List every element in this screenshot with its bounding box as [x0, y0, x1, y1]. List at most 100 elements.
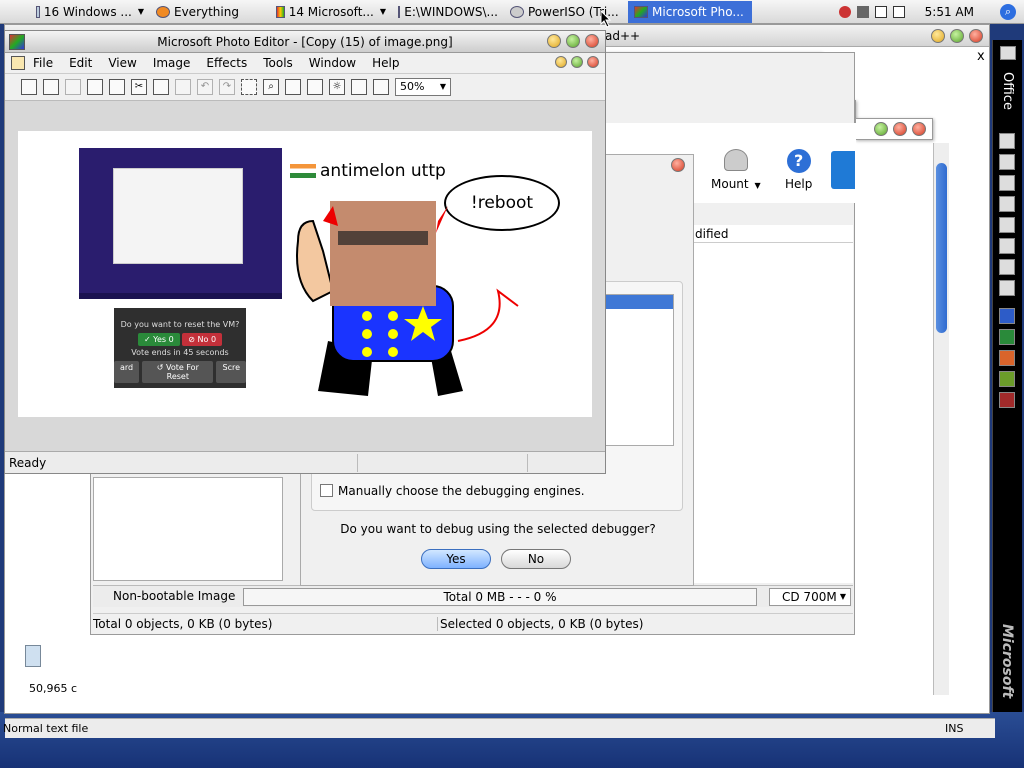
zoom-button[interactable]: [566, 34, 580, 48]
smudge-icon[interactable]: [307, 79, 323, 95]
shortcut-icon[interactable]: [999, 133, 1015, 149]
taskbar-item-photo-editor[interactable]: Microsoft Pho...: [628, 0, 752, 23]
menu-tools[interactable]: Tools: [263, 56, 293, 70]
close-doc-icon[interactable]: x: [977, 49, 985, 64]
notepad-scrollbar[interactable]: [933, 143, 949, 695]
zoom-button[interactable]: [874, 122, 888, 136]
display-icon[interactable]: [892, 5, 905, 18]
help-button[interactable]: ? Help: [785, 149, 812, 191]
office-bar-label: Office: [1000, 72, 1015, 110]
column-header-modified[interactable]: dified: [693, 225, 853, 243]
brightness-icon[interactable]: ☼: [329, 79, 345, 95]
close-button[interactable]: [671, 158, 685, 172]
save-icon[interactable]: [65, 79, 81, 95]
chevron-down-icon[interactable]: ▼: [754, 181, 760, 190]
taskbar-item-explorer[interactable]: E:\WINDOWS\...: [392, 1, 504, 23]
powerpoint-icon[interactable]: [999, 350, 1015, 366]
menu-image[interactable]: Image: [153, 56, 191, 70]
top-taskbar: 16 Windows ... ▼ Everything 14 Microsoft.…: [0, 0, 1024, 24]
doc-minimize-button[interactable]: [555, 56, 567, 68]
vote-right-tab: Scre: [216, 361, 246, 383]
scan-icon[interactable]: [109, 79, 125, 95]
shortcut-icon[interactable]: [999, 154, 1015, 170]
no-button[interactable]: No: [501, 549, 571, 569]
open-icon[interactable]: [43, 79, 59, 95]
project-icon[interactable]: [999, 371, 1015, 387]
vote-left-tab: ard: [114, 361, 140, 383]
vote-yes-button: ✓ Yes 0: [137, 333, 180, 346]
select-icon[interactable]: [241, 79, 257, 95]
image-canvas[interactable]: Do you want to reset the VM? ✓ Yes 0 ⊘ N…: [18, 131, 592, 417]
antivirus-icon[interactable]: [838, 5, 851, 18]
insert-mode-status: INS: [945, 722, 964, 735]
minimize-button[interactable]: [547, 34, 561, 48]
print-icon[interactable]: [87, 79, 103, 95]
folder-tree[interactable]: [93, 477, 283, 581]
mount-button[interactable]: Mount ▼: [711, 149, 761, 191]
file-list[interactable]: [693, 243, 853, 583]
menu-window[interactable]: Window: [309, 56, 356, 70]
mail-icon[interactable]: [999, 175, 1015, 191]
keyboard-icon[interactable]: [874, 5, 887, 18]
capacity-progress-bar: Total 0 MB - - - 0 %: [243, 588, 757, 606]
chevron-down-icon: ▼: [137, 7, 144, 16]
shortcut-icon[interactable]: [999, 259, 1015, 275]
taskbar-item-windows[interactable]: 16 Windows ... ▼: [30, 1, 150, 23]
doc-zoom-button[interactable]: [571, 56, 583, 68]
menu-file[interactable]: File: [33, 56, 53, 70]
zoom-button[interactable]: [950, 29, 964, 43]
tasks-icon[interactable]: [999, 217, 1015, 233]
close-button[interactable]: [893, 122, 907, 136]
calendar-icon[interactable]: [999, 196, 1015, 212]
chevron-down-icon: ▼: [439, 82, 446, 91]
access-icon[interactable]: [999, 392, 1015, 408]
word-icon[interactable]: [999, 308, 1015, 324]
contacts-icon[interactable]: [999, 238, 1015, 254]
media-size-select[interactable]: CD 700M ▼: [769, 588, 851, 606]
spotlight-search-icon[interactable]: ⌕: [1000, 3, 1016, 20]
taskbar-item-everything[interactable]: Everything: [150, 1, 270, 23]
crop-icon[interactable]: [285, 79, 301, 95]
manual-engines-checkbox[interactable]: [320, 484, 333, 497]
excel-icon[interactable]: [999, 329, 1015, 345]
photo-editor-titlebar[interactable]: Microsoft Photo Editor - [Copy (15) of i…: [5, 31, 605, 53]
menu-effects[interactable]: Effects: [206, 56, 247, 70]
vote-timer: Vote ends in 45 seconds: [131, 348, 229, 357]
properties-icon[interactable]: [373, 79, 389, 95]
image-canvas-area[interactable]: Do you want to reset the VM? ✓ Yes 0 ⊘ N…: [5, 101, 605, 451]
menu-help[interactable]: Help: [372, 56, 399, 70]
doc-close-button[interactable]: [587, 56, 599, 68]
notes-icon[interactable]: [999, 280, 1015, 296]
close-button[interactable]: [969, 29, 983, 43]
photo-editor-icon: [634, 5, 648, 18]
paste-icon[interactable]: [175, 79, 191, 95]
undo-icon[interactable]: ↶: [197, 79, 213, 95]
status-divider: [527, 454, 528, 472]
windows-folder-icon: [36, 5, 40, 18]
copy-icon[interactable]: [153, 79, 169, 95]
vm-dialog-preview: [113, 168, 243, 264]
pen-icon[interactable]: [351, 79, 367, 95]
menu-view[interactable]: View: [108, 56, 136, 70]
office-logo-icon[interactable]: [1000, 46, 1016, 60]
zoom-select[interactable]: 50% ▼: [395, 78, 451, 96]
minimize-button[interactable]: [931, 29, 945, 43]
office-shortcut-bar: Office Microsoft: [992, 40, 1022, 712]
close-button[interactable]: [912, 122, 926, 136]
new-icon[interactable]: [21, 79, 37, 95]
menu-edit[interactable]: Edit: [69, 56, 92, 70]
network-icon[interactable]: [856, 5, 869, 18]
clock[interactable]: 5:51 AM: [925, 5, 974, 19]
taskbar-item-microsoft[interactable]: 14 Microsoft... ▼: [270, 1, 392, 23]
toolbar-overflow-icon[interactable]: [831, 151, 855, 189]
redo-icon[interactable]: ↷: [219, 79, 235, 95]
vote-question: Do you want to reset the VM?: [120, 320, 240, 329]
zoom-icon[interactable]: ⌕: [263, 79, 279, 95]
system-tray: 5:51 AM ⌕: [838, 3, 1024, 20]
yes-button[interactable]: Yes: [421, 549, 491, 569]
folder-icon: [398, 5, 401, 18]
close-button[interactable]: [585, 34, 599, 48]
cut-icon[interactable]: ✂: [131, 79, 147, 95]
mount-icon: [723, 149, 748, 171]
scrollbar-thumb[interactable]: [936, 163, 947, 333]
